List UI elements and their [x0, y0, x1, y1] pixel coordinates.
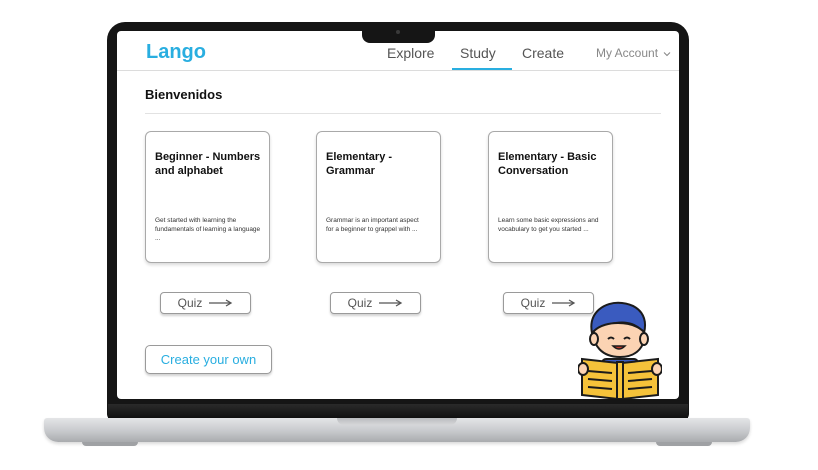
- course-card-basic-conversation[interactable]: Elementary - Basic Conversation Learn so…: [488, 131, 613, 263]
- nav-study[interactable]: Study: [460, 45, 496, 61]
- account-menu-label: My Account: [596, 46, 659, 60]
- create-your-own-button[interactable]: Create your own: [145, 345, 272, 374]
- course-card-numbers-alphabet[interactable]: Beginner - Numbers and alphabet Get star…: [145, 131, 270, 263]
- camera-icon: [396, 30, 400, 34]
- header-divider: [117, 70, 679, 71]
- camera-notch: [362, 25, 435, 43]
- course-card-title: Beginner - Numbers and alphabet: [155, 151, 261, 177]
- laptop-base: [44, 418, 750, 442]
- nav-create[interactable]: Create: [522, 45, 564, 61]
- course-card-description: Grammar is an important aspect for a beg…: [326, 217, 419, 233]
- quiz-button-label: Quiz: [520, 296, 546, 310]
- arrow-right-icon: [552, 299, 576, 307]
- course-card-title: Elementary - Grammar: [326, 151, 393, 177]
- boy-reading-book-illustration: [578, 301, 662, 399]
- page-title: Bienvenidos: [145, 87, 223, 102]
- laptop-base-notch: [337, 418, 457, 425]
- nav-explore[interactable]: Explore: [387, 45, 434, 61]
- course-card-description: Learn some basic expressions and vocabul…: [498, 217, 599, 233]
- quiz-button-label: Quiz: [177, 296, 203, 310]
- chevron-down-icon: [663, 51, 671, 57]
- app-logo[interactable]: Lango: [146, 41, 206, 64]
- title-divider: [145, 113, 661, 114]
- laptop-foot-left: [82, 442, 138, 446]
- course-card-grammar[interactable]: Elementary - Grammar Grammar is an impor…: [316, 131, 441, 263]
- arrow-right-icon: [379, 299, 403, 307]
- quiz-button-numbers-alphabet[interactable]: Quiz: [160, 292, 251, 314]
- quiz-button-grammar[interactable]: Quiz: [330, 292, 421, 314]
- quiz-button-label: Quiz: [347, 296, 373, 310]
- app-screen: Lango Explore Study Create My Account Bi…: [117, 31, 679, 399]
- course-card-title: Elementary - Basic Conversation: [498, 151, 597, 177]
- account-menu[interactable]: My Account: [596, 46, 671, 60]
- laptop-foot-right: [656, 442, 712, 446]
- arrow-right-icon: [209, 299, 233, 307]
- course-card-description: Get started with learning the fundamenta…: [155, 217, 261, 242]
